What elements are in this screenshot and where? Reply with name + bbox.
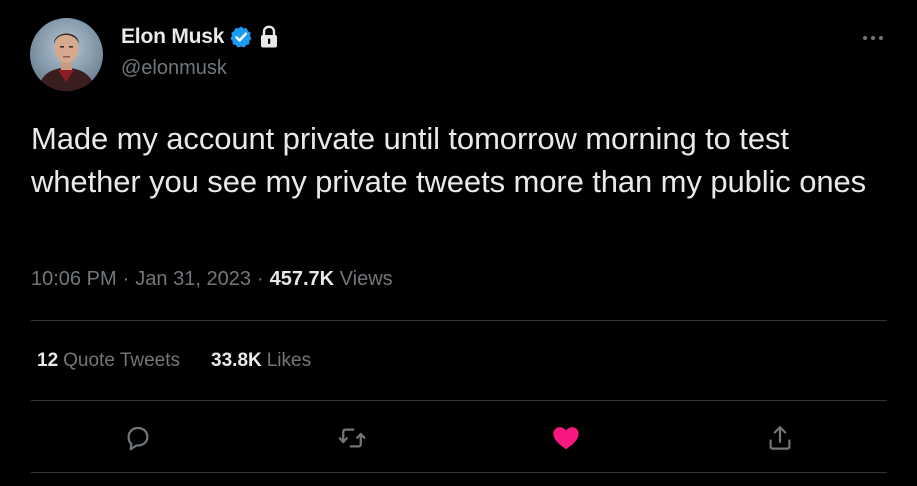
tweet-date[interactable]: Jan 31, 2023 — [135, 268, 251, 290]
quote-tweets-stat[interactable]: 12 Quote Tweets — [37, 350, 180, 372]
retweet-button[interactable] — [330, 416, 374, 460]
share-icon — [769, 426, 791, 450]
avatar[interactable] — [30, 18, 103, 91]
tweet-text: Made my account private until tomorrow m… — [31, 121, 867, 199]
separator: · — [256, 268, 264, 290]
divider — [31, 400, 887, 401]
verified-badge-icon[interactable] — [229, 25, 253, 49]
like-label: Likes — [266, 350, 312, 371]
likes-stat[interactable]: 33.8K Likes — [211, 350, 311, 372]
retweet-icon — [338, 428, 366, 448]
separator: · — [122, 268, 130, 290]
action-bar — [31, 412, 887, 464]
like-button[interactable] — [544, 416, 588, 460]
like-count: 33.8K — [211, 350, 262, 371]
tweet-meta: 10:06 PM · Jan 31, 2023 · 457.7K Views — [31, 268, 393, 291]
divider — [31, 320, 887, 321]
reply-button[interactable] — [116, 416, 160, 460]
views-label: Views — [339, 268, 393, 290]
reply-icon — [127, 426, 149, 451]
quote-label: Quote Tweets — [63, 350, 181, 371]
author-name-row: Elon Musk — [121, 25, 280, 49]
tweet: Elon Musk @elonmusk Made my account priv… — [0, 0, 917, 486]
author-handle[interactable]: @elonmusk — [121, 57, 227, 80]
view-count: 457.7K — [269, 268, 335, 290]
more-button[interactable] — [859, 24, 887, 52]
share-button[interactable] — [758, 416, 802, 460]
lock-icon — [258, 25, 280, 49]
quote-count: 12 — [37, 350, 59, 371]
tweet-time[interactable]: 10:06 PM — [31, 268, 117, 290]
heart-icon — [553, 427, 579, 450]
more-icon — [863, 36, 883, 40]
divider — [31, 472, 887, 473]
author-name[interactable]: Elon Musk — [121, 25, 224, 49]
tweet-stats: 12 Quote Tweets 33.8K Likes — [37, 350, 311, 372]
